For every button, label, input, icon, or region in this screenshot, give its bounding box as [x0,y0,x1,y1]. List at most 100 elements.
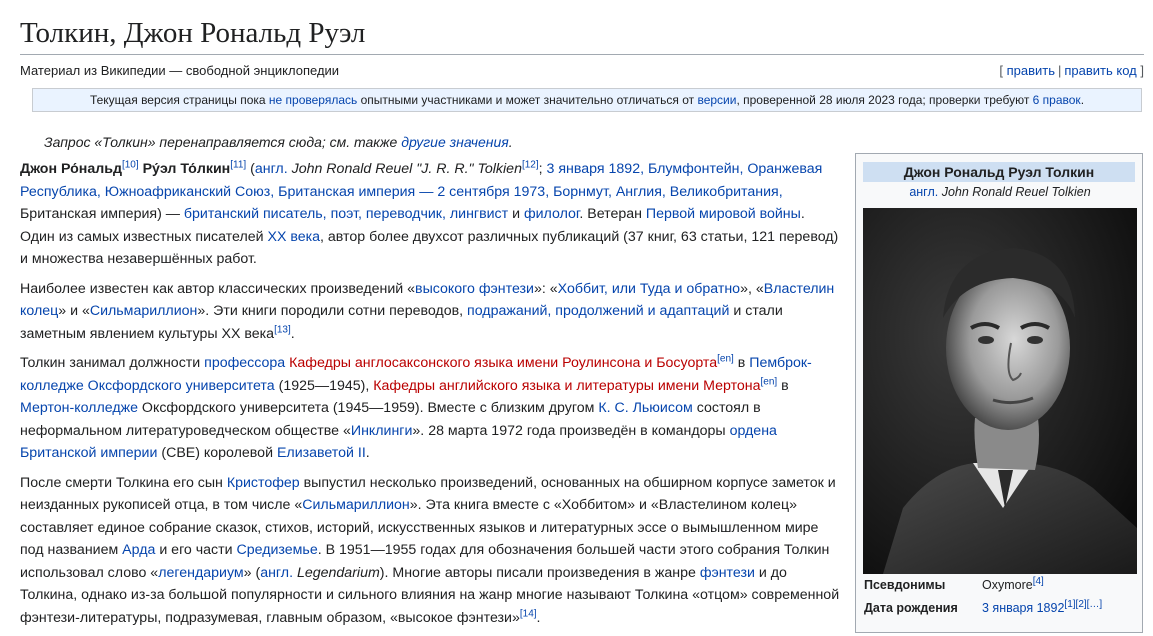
italic-term: Legendarium [296,564,380,581]
edit-separator: | [1057,63,1062,78]
ref-12[interactable]: [12] [522,159,539,170]
text: ; [538,161,547,177]
lewis-link[interactable]: К. С. Льюисом [598,400,692,416]
dash-text: — [415,183,438,200]
text: После смерти Толкина его сын [20,474,227,491]
row-value: Oxymore[4] [982,576,1044,592]
text: », « [740,280,764,297]
death-link[interactable]: 2 сентября 1973, Борнмут, Англия, Велико… [437,184,782,200]
notice-text: опытными участниками и может значительно… [357,93,698,107]
fantasy-link[interactable]: фэнтези [700,565,755,581]
paragraph-works: Наиболее известен как автор классических… [20,278,840,346]
pending-edits-link[interactable]: 6 правок [1033,93,1081,107]
merton-chair-redlink[interactable]: Кафедры английского языка и литературы и… [373,378,760,394]
hobbit-link[interactable]: Хоббит, или Туда и обратно [558,281,740,297]
bold-name: Джон Ро́нальд [20,161,122,177]
en-link[interactable]: [en] [761,376,778,387]
text: в [733,355,750,371]
text: Наиболее известен как автор классических… [20,280,416,297]
text: . Ветеран [579,206,646,222]
bracket-open: [ [999,63,1003,78]
century-link[interactable]: XX века [267,229,320,245]
rawlinson-chair-redlink[interactable]: Кафедры англосаксонского языка имени Роу… [289,355,717,371]
en-link[interactable]: [en] [717,353,734,364]
high-fantasy-link[interactable]: высокого фэнтези [415,281,534,297]
unreviewed-link[interactable]: не проверялась [269,93,357,107]
lang-link[interactable]: англ. [909,185,938,199]
page-title: Толкин, Джон Рональд Руэл [20,14,1144,55]
ref-14[interactable]: [14] [520,608,537,619]
text: Оксфордского университета (1945—1959). В… [137,400,599,416]
text: (1925—1945), [274,377,374,394]
text: » ( [243,564,261,581]
text: ». 28 марта 1972 года произведён в коман… [412,422,730,439]
bracket-close: ] [1140,63,1144,78]
edit-code-link[interactable]: править код [1064,63,1136,78]
portrait-photo [863,208,1137,574]
silmarillion-link[interactable]: Сильмариллион [90,303,198,319]
infobox: Джон Рональд Руэл Толкин англ. John Rona… [855,153,1143,633]
infobox-row-birthdate: Дата рождения 3 января 1892[1][2][…] [864,599,1136,619]
birthdate-link[interactable]: 3 января 1892 [982,601,1064,615]
edit-link[interactable]: править [1007,63,1055,78]
arda-link[interactable]: Арда [122,542,155,558]
text: Британская империя) — [20,206,184,222]
adaptations-link[interactable]: подражаний, продолжений и адаптаций [467,303,729,319]
infobox-row-pseudonyms: Псевдонимы Oxymore[4] [864,576,1136,596]
text: ). Многие авторы писали произведения в ж… [379,564,700,581]
ref-1-2[interactable]: [1][2][…] [1064,599,1102,610]
professor-link[interactable]: профессора [204,355,285,371]
ww1-link[interactable]: Первой мировой войны [646,206,801,222]
profession-link[interactable]: британский писатель, поэт, переводчик, л… [184,206,508,222]
silmarillion-link[interactable]: Сильмариллион [302,497,410,513]
text: и [508,206,524,222]
article-body: Джон Ро́нальд[10] Ру́эл То́лкин[11] (анг… [20,158,840,636]
paragraph-career: Толкин занимал должности профессора Кафе… [20,352,840,465]
original-name: John Ronald Reuel Tolkien [941,185,1091,199]
paragraph-intro: Джон Ро́нальд[10] Ру́эл То́лкин[11] (анг… [20,158,840,271]
text: и его части [155,542,237,558]
text: Толкин занимал должности [20,355,205,371]
site-subtitle: Материал из Википедии — свободной энцикл… [20,63,340,78]
hatnote-end: . [508,134,513,150]
text: в [777,377,789,394]
merton-college-link[interactable]: Мертон-колледже [20,400,138,416]
christopher-link[interactable]: Кристофер [227,475,300,491]
middle-earth-link[interactable]: Средиземье [237,542,318,558]
flagged-revision-notice: Текущая версия страницы пока не проверял… [32,88,1142,112]
legendarium-link[interactable]: легендариум [158,565,243,581]
portrait-image[interactable] [863,208,1137,574]
english-name: John Ronald Reuel "J. R. R." Tolkien [287,161,522,177]
text: » и « [58,303,90,319]
notice-text: . [1080,93,1085,107]
notice-text: Текущая версия страницы пока [89,93,269,107]
ref-4[interactable]: [4] [1033,576,1044,587]
infobox-original-name: англ. John Ronald Reuel Tolkien [856,185,1144,199]
philologist-link[interactable]: филолог [524,206,579,222]
inklings-link[interactable]: Инклинги [351,423,413,439]
paragraph-legacy: После смерти Толкина его сын Кристофер в… [20,472,840,630]
row-label: Псевдонимы [864,578,946,592]
disambiguation-link[interactable]: другие значения [401,134,509,150]
version-link[interactable]: версии [697,93,736,107]
text: . [290,325,295,342]
row-value: 3 января 1892[1][2][…] [982,599,1102,615]
infobox-title: Джон Рональд Руэл Толкин [863,162,1135,182]
hatnote: Запрос «Толкин» перенаправляется сюда; с… [44,134,513,150]
ref-11[interactable]: [11] [230,159,246,170]
text: . [365,445,370,461]
bold-name: Ру́эл То́лкин [138,161,231,177]
ref-10[interactable]: [10] [122,159,139,170]
text: . [536,609,541,626]
elizabeth-link[interactable]: Елизаветой II [277,445,366,461]
text: »: « [533,280,558,297]
edit-links: [ править | править код ] [999,63,1144,78]
text: ( [246,161,255,177]
row-label: Дата рождения [864,601,958,615]
hatnote-text: Запрос «Толкин» перенаправляется сюда; с… [44,134,402,150]
text: (CBE) королевой [157,445,277,461]
lang-link[interactable]: англ. [255,161,288,177]
pseudonym-value: Oxymore [982,578,1033,592]
lang-link[interactable]: англ. [260,565,293,581]
ref-13[interactable]: [13] [274,324,291,335]
